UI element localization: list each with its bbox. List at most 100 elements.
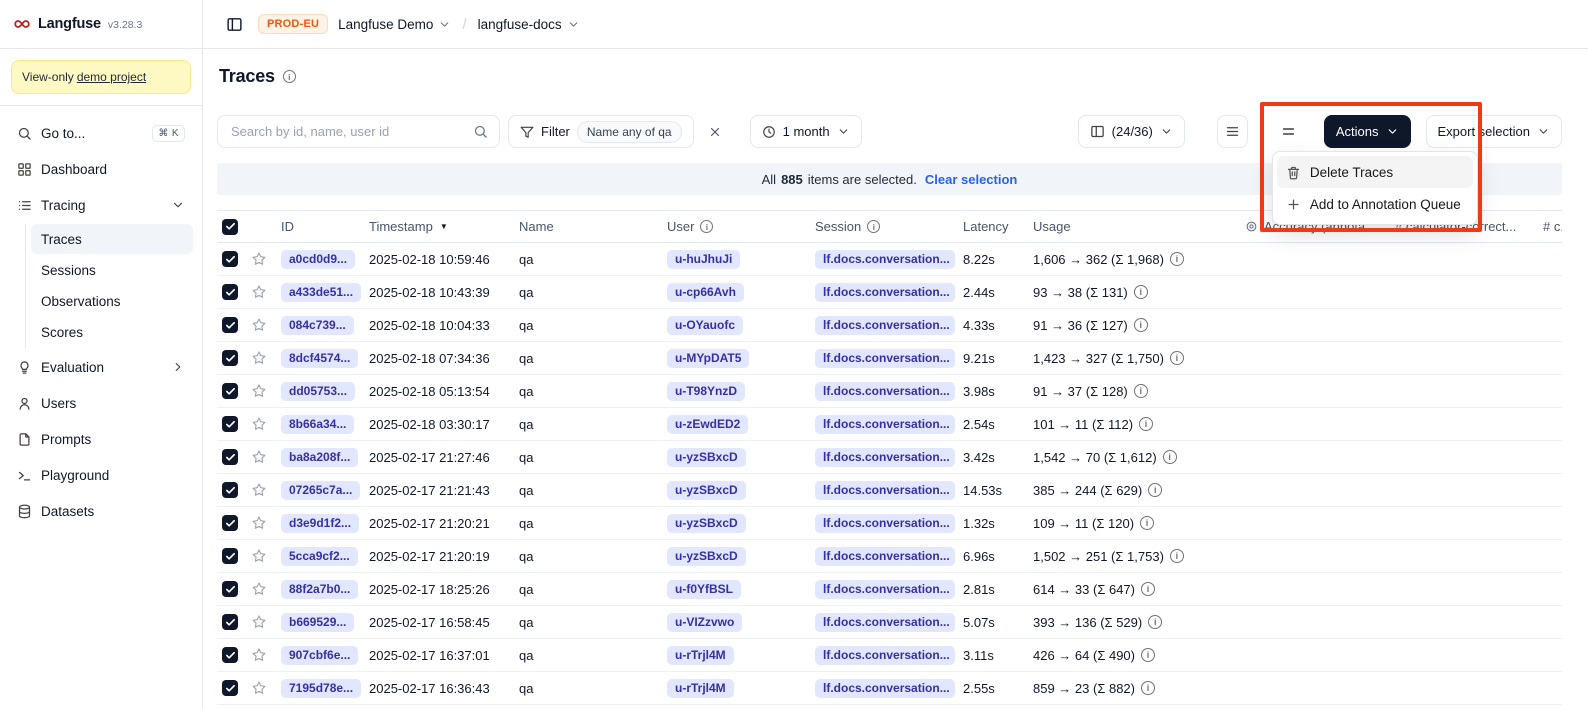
usage-info-icon[interactable]: i	[1141, 681, 1155, 695]
table-row[interactable]: 907cbf6e... 2025-02-17 16:37:01 qa u-rTr…	[217, 639, 1562, 672]
row-checkbox[interactable]	[222, 449, 238, 465]
sidebar-item-scores[interactable]: Scores	[31, 317, 193, 347]
goto-button[interactable]: Go to... ⌘ K	[9, 116, 193, 150]
star-icon[interactable]	[251, 548, 267, 564]
demo-project-link[interactable]: demo project	[77, 70, 146, 84]
col-header-usage[interactable]: Usage	[1033, 219, 1245, 234]
star-icon[interactable]	[251, 416, 267, 432]
usage-info-icon[interactable]: i	[1141, 648, 1155, 662]
col-header-id[interactable]: ID	[281, 219, 369, 234]
session-badge[interactable]: lf.docs.conversation...	[815, 316, 955, 335]
star-icon[interactable]	[251, 482, 267, 498]
info-icon[interactable]: i	[283, 70, 296, 83]
star-icon[interactable]	[251, 614, 267, 630]
session-badge[interactable]: lf.docs.conversation...	[815, 448, 955, 467]
trace-id-badge[interactable]: a0cd0d9...	[281, 250, 355, 269]
row-checkbox[interactable]	[222, 482, 238, 498]
session-badge[interactable]: lf.docs.conversation...	[815, 646, 955, 665]
sidebar-item-observations[interactable]: Observations	[31, 286, 193, 316]
star-icon[interactable]	[251, 251, 267, 267]
usage-info-icon[interactable]: i	[1140, 516, 1154, 530]
sidebar-item-datasets[interactable]: Datasets	[9, 494, 193, 528]
row-checkbox[interactable]	[222, 383, 238, 399]
user-badge[interactable]: u-huJhuJi	[667, 250, 740, 269]
usage-info-icon[interactable]: i	[1163, 450, 1177, 464]
project-selector[interactable]: langfuse-docs	[478, 17, 580, 32]
session-badge[interactable]: lf.docs.conversation...	[815, 283, 955, 302]
usage-info-icon[interactable]: i	[1170, 351, 1184, 365]
session-badge[interactable]: lf.docs.conversation...	[815, 613, 955, 632]
trace-id-badge[interactable]: 8b66a34...	[281, 415, 354, 434]
search-input[interactable]	[229, 123, 465, 140]
user-badge[interactable]: u-OYauofc	[667, 316, 743, 335]
sidebar-item-tracing[interactable]: Tracing	[9, 188, 193, 222]
info-icon[interactable]: i	[700, 220, 713, 233]
user-badge[interactable]: u-yzSBxcD	[667, 448, 746, 467]
user-badge[interactable]: u-VIZzvwo	[667, 613, 742, 632]
sidebar-item-sessions[interactable]: Sessions	[31, 255, 193, 285]
table-row[interactable]: dd05753... 2025-02-18 05:13:54 qa u-T98Y…	[217, 375, 1562, 408]
trace-id-badge[interactable]: 084c739...	[281, 316, 354, 335]
col-header-session[interactable]: Sessioni	[815, 219, 963, 234]
table-row[interactable]: 084c739... 2025-02-18 10:04:33 qa u-OYau…	[217, 309, 1562, 342]
user-badge[interactable]: u-zEwdED2	[667, 415, 748, 434]
sidebar-item-dashboard[interactable]: Dashboard	[9, 152, 193, 186]
trace-id-badge[interactable]: d3e9d1f2...	[281, 514, 359, 533]
star-icon[interactable]	[251, 350, 267, 366]
trace-id-badge[interactable]: dd05753...	[281, 382, 355, 401]
user-badge[interactable]: u-yzSBxcD	[667, 547, 746, 566]
user-badge[interactable]: u-yzSBxcD	[667, 481, 746, 500]
table-row[interactable]: 8b66a34... 2025-02-18 03:30:17 qa u-zEwd…	[217, 408, 1562, 441]
search-box[interactable]	[217, 115, 500, 148]
user-badge[interactable]: u-rTrjl4M	[667, 646, 734, 665]
table-row[interactable]: 8dcf4574... 2025-02-18 07:34:36 qa u-MYp…	[217, 342, 1562, 375]
row-checkbox[interactable]	[222, 416, 238, 432]
info-icon[interactable]: i	[867, 220, 880, 233]
sidebar-item-evaluation[interactable]: Evaluation	[9, 350, 193, 384]
session-badge[interactable]: lf.docs.conversation...	[815, 514, 955, 533]
table-row[interactable]: d3e9d1f2... 2025-02-17 21:20:21 qa u-yzS…	[217, 507, 1562, 540]
sidebar-toggle-button[interactable]	[220, 10, 248, 38]
filter-button[interactable]: Filter Name any of qa	[508, 115, 694, 148]
row-checkbox[interactable]	[222, 548, 238, 564]
row-checkbox[interactable]	[222, 581, 238, 597]
sidebar-item-traces[interactable]: Traces	[31, 224, 193, 254]
star-icon[interactable]	[251, 680, 267, 696]
user-badge[interactable]: u-yzSBxcD	[667, 514, 746, 533]
row-checkbox[interactable]	[222, 647, 238, 663]
table-row[interactable]: 7195d78e... 2025-02-17 16:36:43 qa u-rTr…	[217, 672, 1562, 705]
usage-info-icon[interactable]: i	[1134, 285, 1148, 299]
star-icon[interactable]	[251, 647, 267, 663]
clear-selection-link[interactable]: Clear selection	[925, 172, 1018, 187]
clear-filter-button[interactable]	[702, 119, 728, 145]
select-all-checkbox[interactable]	[222, 219, 238, 235]
trace-id-badge[interactable]: a433de51...	[281, 283, 361, 302]
table-row[interactable]: 5cca9cf2... 2025-02-17 21:20:19 qa u-yzS…	[217, 540, 1562, 573]
col-header-user[interactable]: Useri	[667, 219, 815, 234]
export-selection-button[interactable]: Export selection	[1426, 115, 1563, 148]
usage-info-icon[interactable]: i	[1148, 483, 1162, 497]
org-selector[interactable]: Langfuse Demo	[338, 17, 451, 32]
star-icon[interactable]	[251, 317, 267, 333]
row-checkbox[interactable]	[222, 680, 238, 696]
row-checkbox[interactable]	[222, 515, 238, 531]
trace-id-badge[interactable]: b669529...	[281, 613, 354, 632]
table-row[interactable]: b669529... 2025-02-17 16:58:45 qa u-VIZz…	[217, 606, 1562, 639]
trace-id-badge[interactable]: 8dcf4574...	[281, 349, 358, 368]
actions-button[interactable]: Actions	[1324, 115, 1411, 148]
user-badge[interactable]: u-MYpDAT5	[667, 349, 749, 368]
session-badge[interactable]: lf.docs.conversation...	[815, 679, 955, 698]
table-row[interactable]: 88f2a7b0... 2025-02-17 18:25:26 qa u-f0Y…	[217, 573, 1562, 606]
search-icon[interactable]	[473, 124, 488, 139]
trace-id-badge[interactable]: 88f2a7b0...	[281, 580, 358, 599]
session-badge[interactable]: lf.docs.conversation...	[815, 547, 955, 566]
sidebar-item-playground[interactable]: Playground	[9, 458, 193, 492]
col-header-name[interactable]: Name	[519, 219, 667, 234]
usage-info-icon[interactable]: i	[1141, 582, 1155, 596]
row-density-button[interactable]	[1274, 117, 1304, 147]
sidebar-item-prompts[interactable]: Prompts	[9, 422, 193, 456]
trace-id-badge[interactable]: 5cca9cf2...	[281, 547, 358, 566]
session-badge[interactable]: lf.docs.conversation...	[815, 481, 955, 500]
col-header-latency[interactable]: Latency	[963, 219, 1033, 234]
trace-id-badge[interactable]: ba8a208f...	[281, 448, 358, 467]
